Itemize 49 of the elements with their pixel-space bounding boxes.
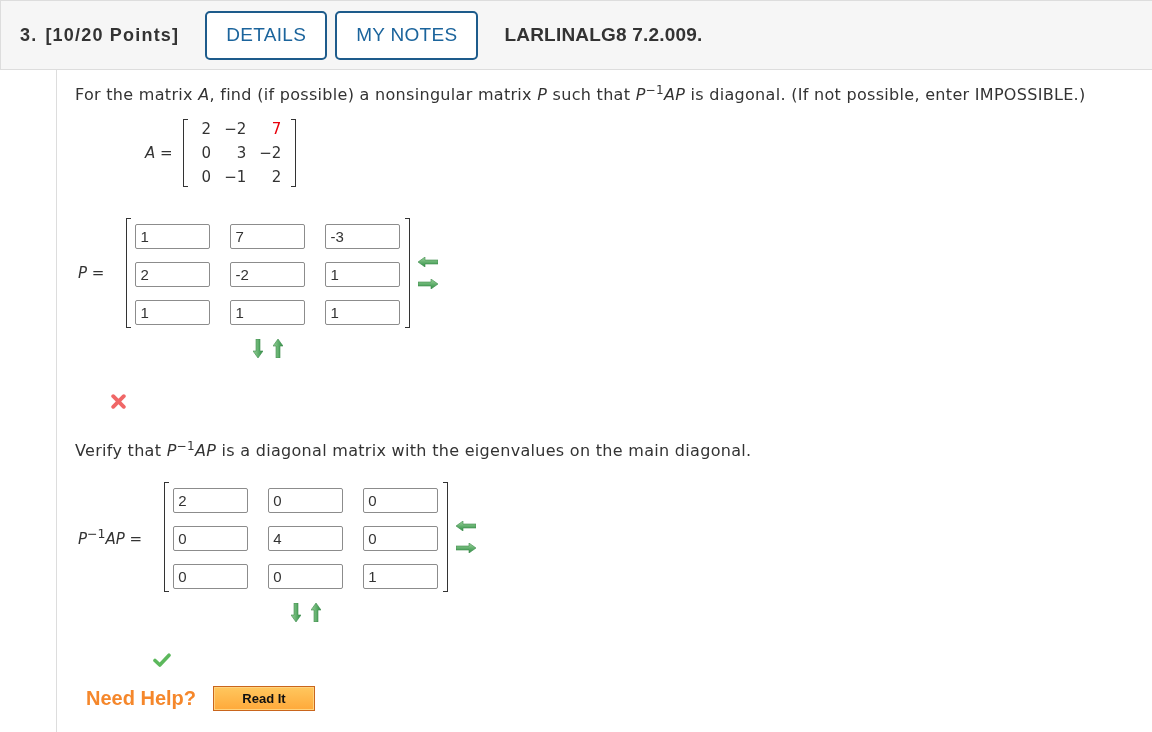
down-arrow-icon[interactable] — [253, 339, 264, 358]
answer-field[interactable]: 1 — [325, 262, 401, 287]
answer-field[interactable]: 7 — [230, 224, 306, 249]
matrix-entry: 7 — [270, 119, 282, 140]
matrix-entry: 0 — [201, 167, 212, 188]
up-arrow-icon[interactable] — [311, 603, 322, 622]
details-button[interactable]: DETAILS — [205, 10, 328, 60]
answer-field[interactable]: 1 — [135, 224, 211, 249]
question-text: Verify that P$^{−1}$AP is a diagonal matrix with the eigenvalues on the main diagonal. — [75, 440, 752, 462]
matrix-label: A = — [145, 144, 173, 162]
left-arrow-icon[interactable] — [418, 257, 439, 267]
right-arrow-icon[interactable] — [418, 279, 439, 289]
answer-field[interactable]: 0 — [268, 564, 344, 589]
answer-field[interactable]: 4 — [268, 526, 344, 551]
answer-field[interactable]: 1 — [363, 564, 439, 589]
problem-id: LARLINALG8 7.2.009. — [504, 24, 703, 46]
read-it-button[interactable]: Read It — [213, 686, 316, 711]
down-arrow-icon[interactable] — [291, 603, 302, 622]
up-arrow-icon[interactable] — [273, 339, 284, 358]
answer-field[interactable]: 1 — [325, 300, 401, 325]
answer-field[interactable]: 1 — [230, 300, 306, 325]
answer-field[interactable]: 2 — [135, 262, 211, 287]
answer-field[interactable]: 0 — [363, 526, 439, 551]
need-help-label: Need Help? — [86, 687, 197, 710]
matrix-label: P$^{−1}$AP = — [78, 526, 143, 548]
notes-button[interactable]: MY NOTES — [335, 10, 479, 60]
matrix-entry: 2 — [201, 119, 212, 140]
matrix-bracket — [182, 119, 188, 187]
matrix-entry: 2 — [270, 167, 282, 188]
answer-field[interactable]: 0 — [173, 526, 249, 551]
right-arrow-icon[interactable] — [456, 543, 477, 553]
matrix-entry: 3 — [235, 143, 247, 164]
answer-field[interactable]: -2 — [230, 262, 306, 287]
matrix-entry: 0 — [201, 143, 212, 164]
points-label: [10/20 Points] — [45, 24, 180, 46]
matrix-label: P = — [78, 264, 105, 282]
answer-field[interactable]: 0 — [268, 488, 344, 513]
answer-field[interactable]: 1 — [135, 300, 211, 325]
matrix-entry: −2 — [224, 119, 247, 140]
answer-field[interactable]: 2 — [173, 488, 249, 513]
matrix-entry: −2 — [259, 143, 282, 164]
matrix-bracket — [291, 119, 297, 187]
matrix-entry: −1 — [224, 167, 247, 188]
answer-field[interactable]: 0 — [363, 488, 439, 513]
question-number: 3. — [20, 24, 38, 46]
left-arrow-icon[interactable] — [456, 521, 477, 531]
answer-field[interactable]: 0 — [173, 564, 249, 589]
question-text: For the matrix A, find (if possible) a nonsingular matrix P such that P$^{−1}$AP is diagonal. (If not possible, enter IMPOSSIBLE.) — [75, 84, 1086, 106]
answer-field[interactable]: -3 — [325, 224, 401, 249]
